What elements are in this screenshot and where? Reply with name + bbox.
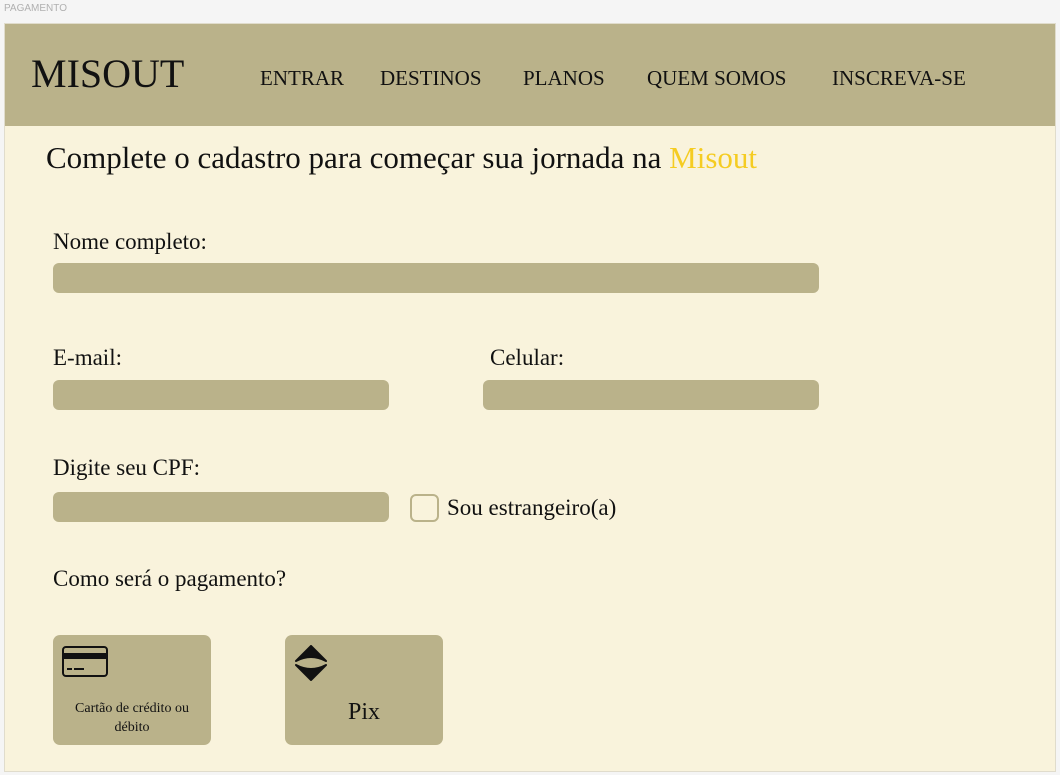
payment-page: MISOUT ENTRAR DESTINOS PLANOS QUEM SOMOS… [4,23,1056,772]
name-input[interactable] [53,263,819,293]
nav-inscreva-se[interactable]: INSCREVA-SE [832,66,966,91]
nav-quem-somos[interactable]: QUEM SOMOS [647,66,786,91]
cpf-label: Digite seu CPF: [53,455,200,480]
logo[interactable]: MISOUT [31,50,184,97]
email-input[interactable] [53,380,389,410]
page-title: Complete o cadastro para começar sua jor… [46,140,757,176]
card-payment-label: Cartão de crédito ou débito [75,701,189,735]
nav-destinos[interactable]: DESTINOS [380,66,482,91]
pix-payment-label: Pix [347,699,380,725]
frame-label: PAGAMENTO [4,3,67,14]
credit-card-icon [62,646,108,677]
header: MISOUT ENTRAR DESTINOS PLANOS QUEM SOMOS… [5,24,1055,126]
pix-icon [295,645,327,681]
title-text: Complete o cadastro para começar sua jor… [46,140,670,175]
phone-label: Celular: [490,345,565,370]
cpf-input[interactable] [53,492,389,522]
title-accent: Misout [669,140,758,175]
phone-input[interactable] [483,380,819,410]
payment-question: Como será o pagamento? [53,566,287,591]
foreigner-label: Sou estrangeiro(a) [447,495,617,520]
email-label: E-mail: [53,345,122,370]
name-label: Nome completo: [53,229,207,254]
pix-payment-button[interactable]: Pix [285,635,443,745]
card-payment-button[interactable]: Cartão de crédito ou débito [53,635,211,745]
foreigner-checkbox[interactable] [410,494,439,522]
nav-planos[interactable]: PLANOS [523,66,605,91]
nav-entrar[interactable]: ENTRAR [260,66,344,91]
